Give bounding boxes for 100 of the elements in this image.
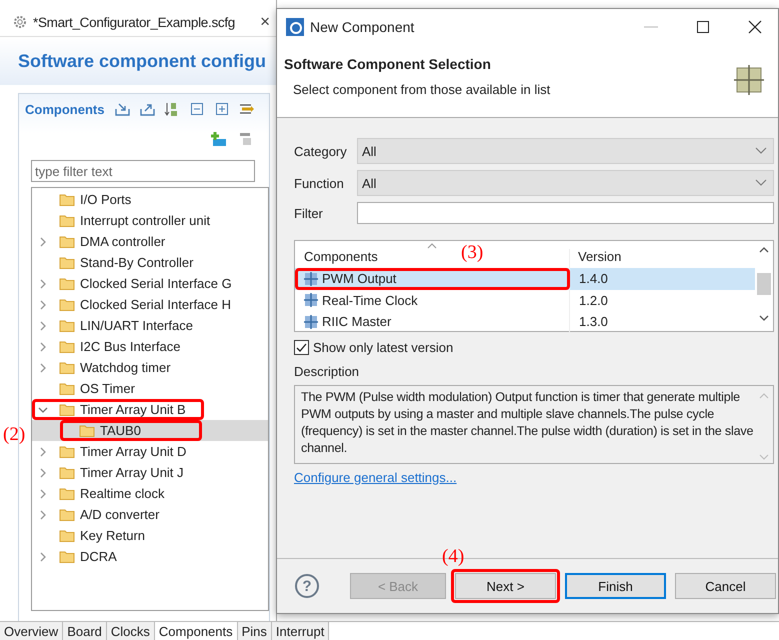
window-title: New Component: [310, 19, 414, 35]
component-icon: [304, 314, 318, 329]
table-cell: 1.3.0: [579, 314, 608, 330]
chevron-right-icon: [38, 300, 48, 310]
grid-icon: [734, 65, 764, 95]
tree-item[interactable]: Clocked Serial Interface H: [32, 294, 268, 315]
checkbox[interactable]: [294, 340, 309, 355]
bottom-tab[interactable]: Board: [63, 622, 107, 640]
chevron-right-icon: [38, 320, 48, 330]
tree-item[interactable]: I2C Bus Interface: [32, 336, 268, 357]
folder-icon: [59, 444, 75, 460]
folder-icon: [59, 548, 75, 564]
tab-title: *Smart_Configurator_Example.scfg: [33, 14, 235, 30]
bottom-tab[interactable]: Clocks: [106, 622, 155, 640]
chevron-down-icon: [38, 404, 48, 414]
chevron-right-icon: [38, 342, 48, 352]
tree-item[interactable]: Interrupt controller unit: [32, 210, 268, 231]
folder-icon: [59, 276, 75, 292]
folder-icon: [59, 528, 75, 544]
table-cell: RIIC Master: [322, 314, 392, 330]
folder-icon: [59, 338, 75, 354]
description-text: The PWM (Pulse width modulation) Output function is timer that generate multiple PWM outputs by using a master and multiple slave channels.The pulse cycle (frequency) is set in the master channel.The pulse width (duration) is set in the slave channel.: [301, 389, 754, 457]
table-cell: 1.2.0: [579, 292, 608, 308]
folder-icon: [59, 296, 75, 312]
tree-item[interactable]: Key Return: [32, 525, 268, 546]
collapse-all-icon: [189, 101, 206, 117]
field-label: Filter: [294, 206, 324, 220]
folder-icon: [59, 486, 75, 502]
tree-item[interactable]: Stand-By Controller: [32, 252, 268, 273]
table-cell: 1.4.0: [579, 271, 608, 286]
tree-item[interactable]: OS Timer: [32, 378, 268, 399]
component-icon: [304, 293, 318, 308]
field-label: Category: [294, 144, 348, 158]
checkbox-label: Show only latest version: [313, 340, 454, 355]
field-label: Function: [294, 176, 345, 190]
bottom-tab[interactable]: Overview: [0, 622, 64, 640]
section-title: Software Component Selection: [284, 56, 492, 72]
dropdown[interactable]: All: [357, 170, 774, 196]
remove-component-icon: [237, 131, 253, 147]
filter-field[interactable]: [357, 202, 774, 224]
folder-icon: [59, 506, 75, 522]
tree-item[interactable]: LIN/UART Interface: [32, 315, 268, 336]
component-icon: [304, 272, 318, 286]
tree-item[interactable]: Realtime clock: [32, 483, 268, 504]
help-button[interactable]: ?: [295, 574, 319, 598]
dialog-button[interactable]: Finish: [565, 573, 666, 599]
folder-icon: [59, 212, 75, 228]
gear-icon: [12, 14, 28, 30]
import-icon: [114, 101, 130, 117]
chevron-right-icon: [38, 468, 48, 478]
app-logo-icon: [286, 18, 304, 36]
chevron-down-icon: [755, 147, 767, 155]
dialog-button[interactable]: Cancel: [675, 573, 776, 599]
folder-icon: [59, 254, 75, 270]
folder-icon: [59, 360, 75, 376]
chevron-right-icon: [38, 446, 48, 456]
folder-icon: [59, 402, 75, 418]
step-label: (2): [3, 424, 26, 446]
settings-link[interactable]: Configure general settings...: [294, 470, 457, 485]
chevron-right-icon: [38, 552, 48, 562]
expand-all-icon: [214, 101, 230, 117]
tree-item[interactable]: I/O Ports: [32, 189, 268, 210]
column-header[interactable]: Version: [578, 249, 622, 264]
panel-title: Components: [25, 102, 104, 116]
tree-item[interactable]: Timer Array Unit D: [32, 441, 268, 462]
table-row[interactable]: Real-Time Clock 1.2.0: [295, 290, 755, 311]
folder-icon: [59, 234, 75, 250]
tree-item[interactable]: DMA controller: [32, 231, 268, 252]
folder-icon: [59, 464, 75, 480]
chevron-right-icon: [38, 510, 48, 520]
tree-item[interactable]: Watchdog timer: [32, 357, 268, 378]
close-icon: [748, 20, 762, 34]
tree-item[interactable]: DCRA: [32, 546, 268, 567]
folder-icon: [59, 192, 75, 208]
tree-item[interactable]: Clocked Serial Interface G: [32, 273, 268, 294]
minimize-icon: [644, 26, 658, 28]
tree-item[interactable]: Timer Array Unit J: [32, 462, 268, 483]
table-row[interactable]: RIIC Master 1.3.0: [295, 311, 755, 332]
filter-field[interactable]: type filter text: [31, 160, 255, 182]
tree-item[interactable]: A/D converter: [32, 504, 268, 525]
bottom-tab[interactable]: Pins: [238, 622, 272, 640]
maximize-icon: [696, 20, 710, 34]
section-subtitle: Select component from those available in list: [293, 82, 552, 97]
check-icon: [296, 342, 307, 353]
dropdown[interactable]: All: [357, 138, 774, 164]
chevron-right-icon: [38, 278, 48, 288]
folder-icon: [59, 318, 75, 334]
chevron-right-icon: [38, 362, 48, 372]
section-label: Description: [294, 364, 360, 379]
column-header[interactable]: Components: [304, 249, 378, 264]
close-icon[interactable]: ×: [260, 12, 270, 32]
folder-icon: [79, 422, 95, 438]
table-cell: Real-Time Clock: [322, 292, 418, 308]
step-label: (4): [442, 546, 464, 568]
page-heading: Software component configu: [18, 50, 266, 72]
step-label: (3): [461, 242, 484, 264]
sort-caret-icon: [427, 243, 437, 249]
tree-item[interactable]: Timer Array Unit B: [32, 399, 268, 420]
bottom-tab[interactable]: Interrupt: [272, 622, 330, 640]
dialog-button[interactable]: Next >: [455, 573, 556, 599]
